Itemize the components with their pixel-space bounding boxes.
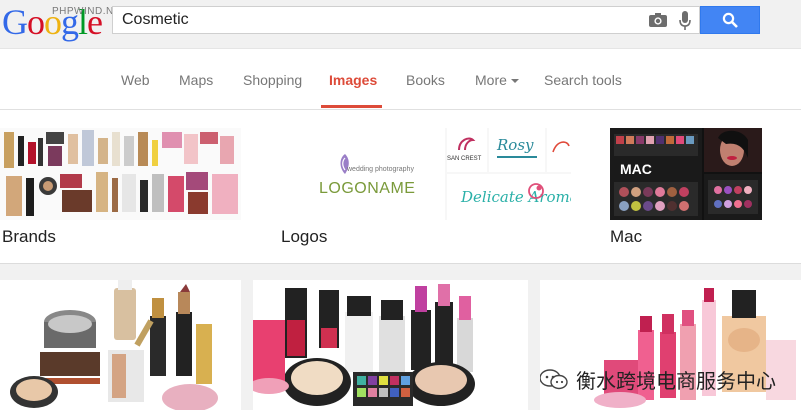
logo-thumb-2-rule: [497, 156, 537, 158]
mac-thumbnail[interactable]: MAC: [610, 128, 762, 220]
category-row: Brands wedding photography LOGONAME SAN …: [0, 110, 801, 264]
category-label[interactable]: Brands: [2, 227, 56, 247]
tab-more[interactable]: More: [475, 72, 519, 88]
logo-thumb-1: SAN CREST: [447, 128, 487, 172]
logo-thumb-4-text: Delicate Aroma: [461, 188, 571, 206]
tab-maps[interactable]: Maps: [179, 72, 213, 88]
wechat-watermark: 衡水跨境电商服务中心: [539, 365, 776, 397]
logos-thumbnail[interactable]: wedding photography LOGONAME SAN CREST R…: [281, 128, 571, 220]
image-result[interactable]: [253, 280, 528, 410]
logo-letter: G: [2, 2, 28, 42]
logo-thumb-3: [547, 128, 571, 172]
logo-thumb-2-text: Rosy: [497, 136, 534, 154]
logo-sample-main: wedding photography LOGONAME: [281, 128, 445, 220]
tab-web[interactable]: Web: [121, 72, 150, 88]
category-label[interactable]: Mac: [610, 227, 642, 247]
tab-images[interactable]: Images: [329, 72, 377, 88]
category-logos[interactable]: wedding photography LOGONAME SAN CREST R…: [281, 110, 571, 263]
logo-thumb-2: Rosy: [489, 128, 545, 172]
camera-icon[interactable]: [649, 13, 667, 32]
active-tab-indicator: [321, 105, 382, 108]
wechat-watermark-text: 衡水跨境电商服务中心: [576, 371, 776, 393]
tab-search-tools[interactable]: Search tools: [544, 72, 622, 88]
tab-shopping[interactable]: Shopping: [243, 72, 302, 88]
logo-thumb-1-text: SAN CREST: [447, 156, 482, 162]
search-icon: [722, 12, 738, 28]
tab-more-label: More: [475, 72, 507, 88]
logo-sample-tagline: wedding photography: [347, 166, 414, 173]
search-tabs: Web Maps Shopping Images Books More Sear…: [0, 49, 801, 110]
brands-thumbnail[interactable]: [0, 128, 241, 220]
search-input[interactable]: Cosmetic: [122, 11, 189, 29]
search-box[interactable]: Cosmetic: [112, 6, 700, 34]
category-label[interactable]: Logos: [281, 227, 327, 247]
logo-letter: o: [27, 2, 45, 42]
wechat-icon: [539, 369, 568, 397]
chevron-down-icon: [510, 79, 519, 84]
svg-text:MAC: MAC: [620, 161, 652, 177]
logo-thumb-4: Delicate Aroma: [447, 174, 571, 220]
microphone-icon[interactable]: [679, 11, 691, 36]
tab-books[interactable]: Books: [406, 72, 445, 88]
category-brands[interactable]: Brands: [0, 110, 241, 263]
category-mac[interactable]: MAC Mac: [610, 110, 801, 263]
top-bar: Google PHPWIND.NET Cosmetic: [0, 0, 801, 49]
logo-sample-name: LOGONAME: [319, 180, 416, 197]
image-result[interactable]: [0, 280, 241, 410]
search-button[interactable]: [700, 6, 760, 34]
